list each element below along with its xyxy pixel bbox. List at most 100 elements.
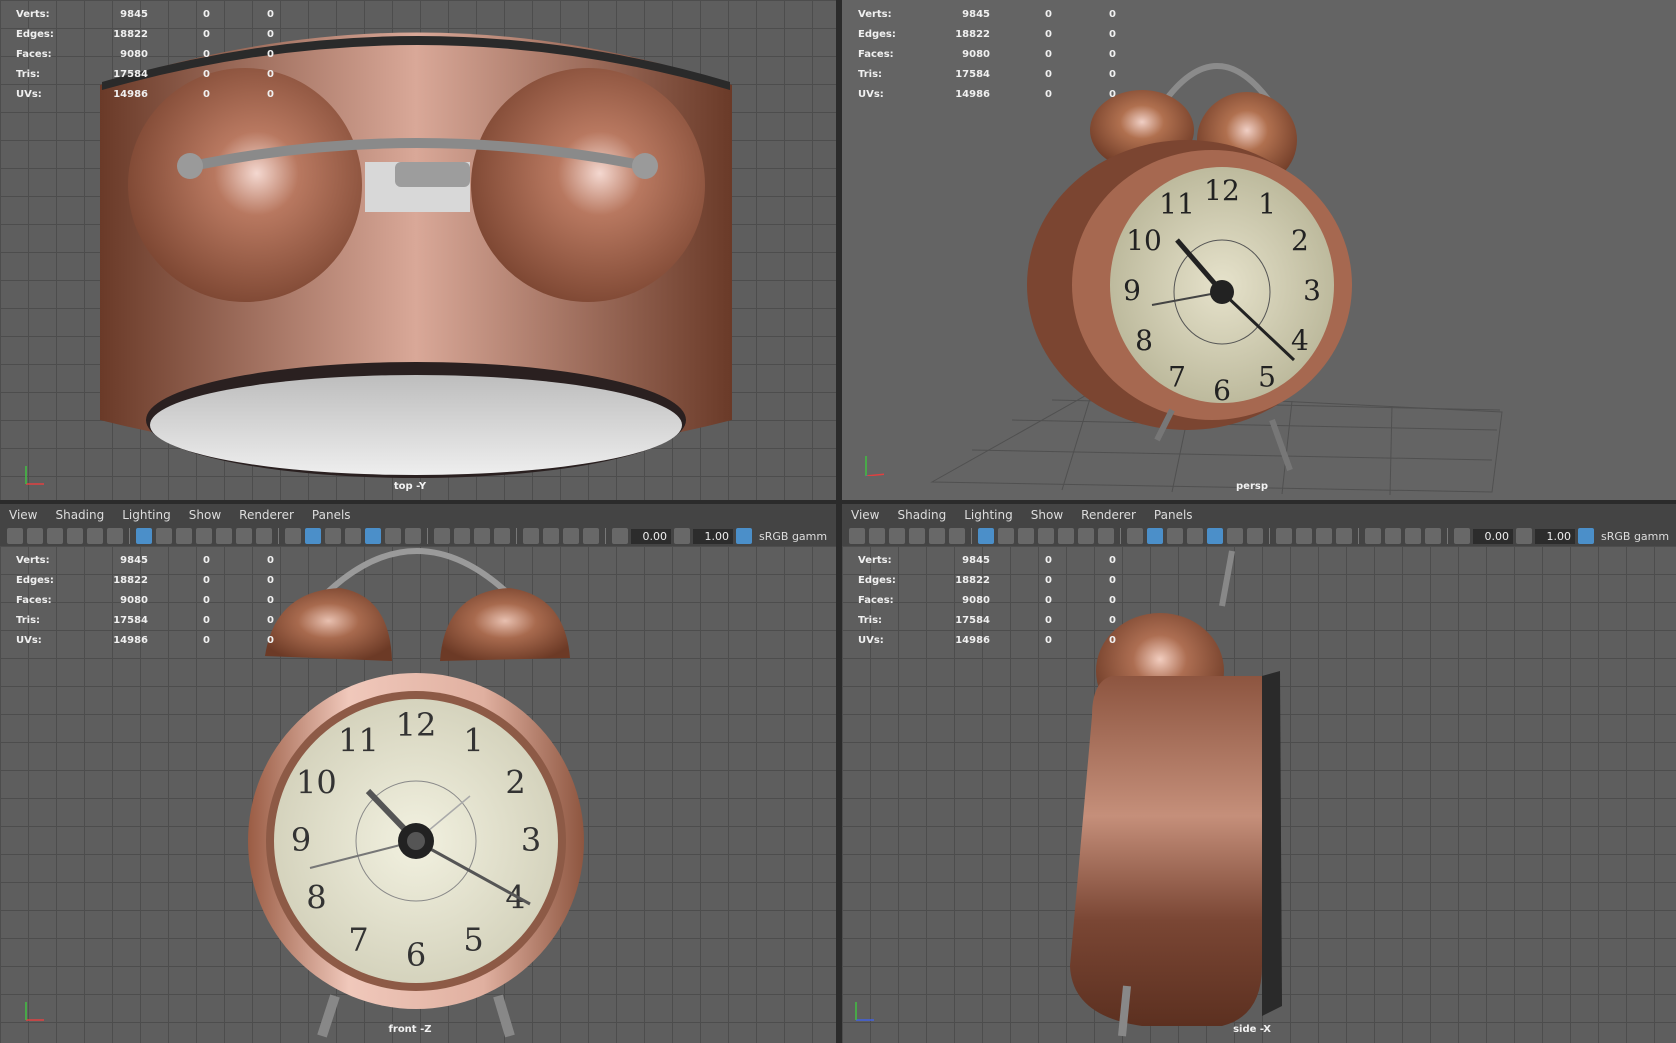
lights-icon[interactable] — [1227, 528, 1243, 544]
xray-icon[interactable] — [543, 528, 559, 544]
camera-icon[interactable] — [849, 528, 865, 544]
ambient-occlusion-icon[interactable] — [434, 528, 450, 544]
safe-title-icon[interactable] — [256, 528, 272, 544]
field-chart-icon[interactable] — [216, 528, 232, 544]
grid-icon[interactable] — [978, 528, 994, 544]
dial-numeral: 8 — [1135, 324, 1153, 357]
bookmark-icon[interactable] — [889, 528, 905, 544]
menu-view[interactable]: View — [0, 508, 46, 522]
viewport-persp[interactable]: 12 1 2 3 4 5 6 7 8 9 10 11 Verts: 9845 0 0 Edges: 18822… — [842, 0, 1676, 500]
image-plane-icon[interactable] — [909, 528, 925, 544]
menu-lighting[interactable]: Lighting — [113, 508, 180, 522]
panel-toolbar-side: 0.00 1.00 sRGB gamm — [842, 526, 1676, 546]
lights-icon[interactable] — [385, 528, 401, 544]
shadows-icon[interactable] — [1247, 528, 1263, 544]
bookmark-icon[interactable] — [47, 528, 63, 544]
resolution-gate-icon[interactable] — [176, 528, 192, 544]
safe-action-icon[interactable] — [1078, 528, 1094, 544]
bell-right — [440, 588, 570, 661]
xray-active-icon[interactable] — [563, 528, 579, 544]
viewport-front[interactable]: 121234567891011 Verts:984500 Edges:18822… — [0, 546, 836, 1043]
grid-icon[interactable] — [136, 528, 152, 544]
dial-numeral: 1 — [463, 721, 483, 759]
gamma-icon[interactable] — [674, 528, 690, 544]
textured-icon[interactable] — [1207, 528, 1223, 544]
smooth-shade-icon[interactable] — [1147, 528, 1163, 544]
image-plane-icon[interactable] — [67, 528, 83, 544]
pane-separator-horizontal[interactable] — [0, 500, 1676, 504]
resolution-gate-icon[interactable] — [1018, 528, 1034, 544]
menu-shading[interactable]: Shading — [888, 508, 955, 522]
gamma-icon[interactable] — [1516, 528, 1532, 544]
wireframe-on-shaded-icon[interactable] — [1187, 528, 1203, 544]
default-material-icon[interactable] — [1167, 528, 1183, 544]
exposure-field[interactable]: 0.00 — [1473, 528, 1513, 544]
wireframe-on-shaded-icon[interactable] — [345, 528, 361, 544]
shadows-icon[interactable] — [405, 528, 421, 544]
menu-show[interactable]: Show — [1022, 508, 1072, 522]
dial-numeral: 3 — [521, 821, 541, 859]
grease-pencil-icon[interactable] — [107, 528, 123, 544]
exposure-field[interactable]: 0.00 — [631, 528, 671, 544]
camera-attributes-icon[interactable] — [869, 528, 885, 544]
film-gate-icon[interactable] — [998, 528, 1014, 544]
depth-of-field-icon[interactable] — [494, 528, 510, 544]
exposure-icon[interactable] — [612, 528, 628, 544]
hud-row: Faces: 9080 0 0 — [858, 594, 1116, 606]
xray-joints-icon[interactable] — [1425, 528, 1441, 544]
xray-active-icon[interactable] — [1405, 528, 1421, 544]
xray-joints-icon[interactable] — [583, 528, 599, 544]
2d-pan-icon[interactable] — [87, 528, 103, 544]
color-management-icon[interactable] — [736, 528, 752, 544]
anti-aliasing-icon[interactable] — [474, 528, 490, 544]
menu-shading[interactable]: Shading — [46, 508, 113, 522]
menu-panels[interactable]: Panels — [303, 508, 360, 522]
view-transform-select[interactable]: sRGB gamm — [1601, 530, 1669, 543]
hud-row: UVs: 14986 0 0 — [16, 88, 274, 100]
motion-blur-icon[interactable] — [454, 528, 470, 544]
camera-attributes-icon[interactable] — [27, 528, 43, 544]
menu-show[interactable]: Show — [180, 508, 230, 522]
menu-view[interactable]: View — [842, 508, 888, 522]
anti-aliasing-icon[interactable] — [1316, 528, 1332, 544]
isolate-select-icon[interactable] — [1365, 528, 1381, 544]
wireframe-icon[interactable] — [1127, 528, 1143, 544]
color-management-icon[interactable] — [1578, 528, 1594, 544]
menu-panels[interactable]: Panels — [1145, 508, 1202, 522]
dial-numeral: 11 — [338, 721, 379, 759]
viewport-top[interactable]: Verts: 9845 0 0 Edges: 18822 0 0 Faces: 9080 0 0 … — [0, 0, 836, 500]
pane-separator-vertical[interactable] — [836, 0, 842, 1043]
field-chart-icon[interactable] — [1058, 528, 1074, 544]
textured-icon[interactable] — [365, 528, 381, 544]
wireframe-icon[interactable] — [285, 528, 301, 544]
grease-pencil-icon[interactable] — [949, 528, 965, 544]
camera-icon[interactable] — [7, 528, 23, 544]
panel-menubar-side: View Shading Lighting Show Renderer Pane… — [842, 504, 1676, 526]
dial-numeral: 12 — [396, 706, 437, 744]
gamma-field[interactable]: 1.00 — [693, 528, 733, 544]
hud-row: Faces: 9080 0 0 — [16, 594, 274, 606]
menu-renderer[interactable]: Renderer — [1072, 508, 1145, 522]
default-material-icon[interactable] — [325, 528, 341, 544]
safe-action-icon[interactable] — [236, 528, 252, 544]
dial-numeral: 5 — [463, 921, 483, 959]
isolate-select-icon[interactable] — [523, 528, 539, 544]
hud-row: Verts: 9845 0 0 — [858, 554, 1116, 566]
2d-pan-icon[interactable] — [929, 528, 945, 544]
film-gate-icon[interactable] — [156, 528, 172, 544]
gamma-field[interactable]: 1.00 — [1535, 528, 1575, 544]
gate-mask-icon[interactable] — [1038, 528, 1054, 544]
smooth-shade-icon[interactable] — [305, 528, 321, 544]
menu-lighting[interactable]: Lighting — [955, 508, 1022, 522]
menu-renderer[interactable]: Renderer — [230, 508, 303, 522]
xray-icon[interactable] — [1385, 528, 1401, 544]
motion-blur-icon[interactable] — [1296, 528, 1312, 544]
safe-title-icon[interactable] — [1098, 528, 1114, 544]
exposure-icon[interactable] — [1454, 528, 1470, 544]
ambient-occlusion-icon[interactable] — [1276, 528, 1292, 544]
hud-row: UVs: 14986 0 0 — [858, 634, 1116, 646]
viewport-side[interactable]: Verts: 9845 0 0 Edges: 18822 0 0 Faces: 9080 0 0 … — [842, 546, 1676, 1043]
gate-mask-icon[interactable] — [196, 528, 212, 544]
view-transform-select[interactable]: sRGB gamm — [759, 530, 827, 543]
depth-of-field-icon[interactable] — [1336, 528, 1352, 544]
